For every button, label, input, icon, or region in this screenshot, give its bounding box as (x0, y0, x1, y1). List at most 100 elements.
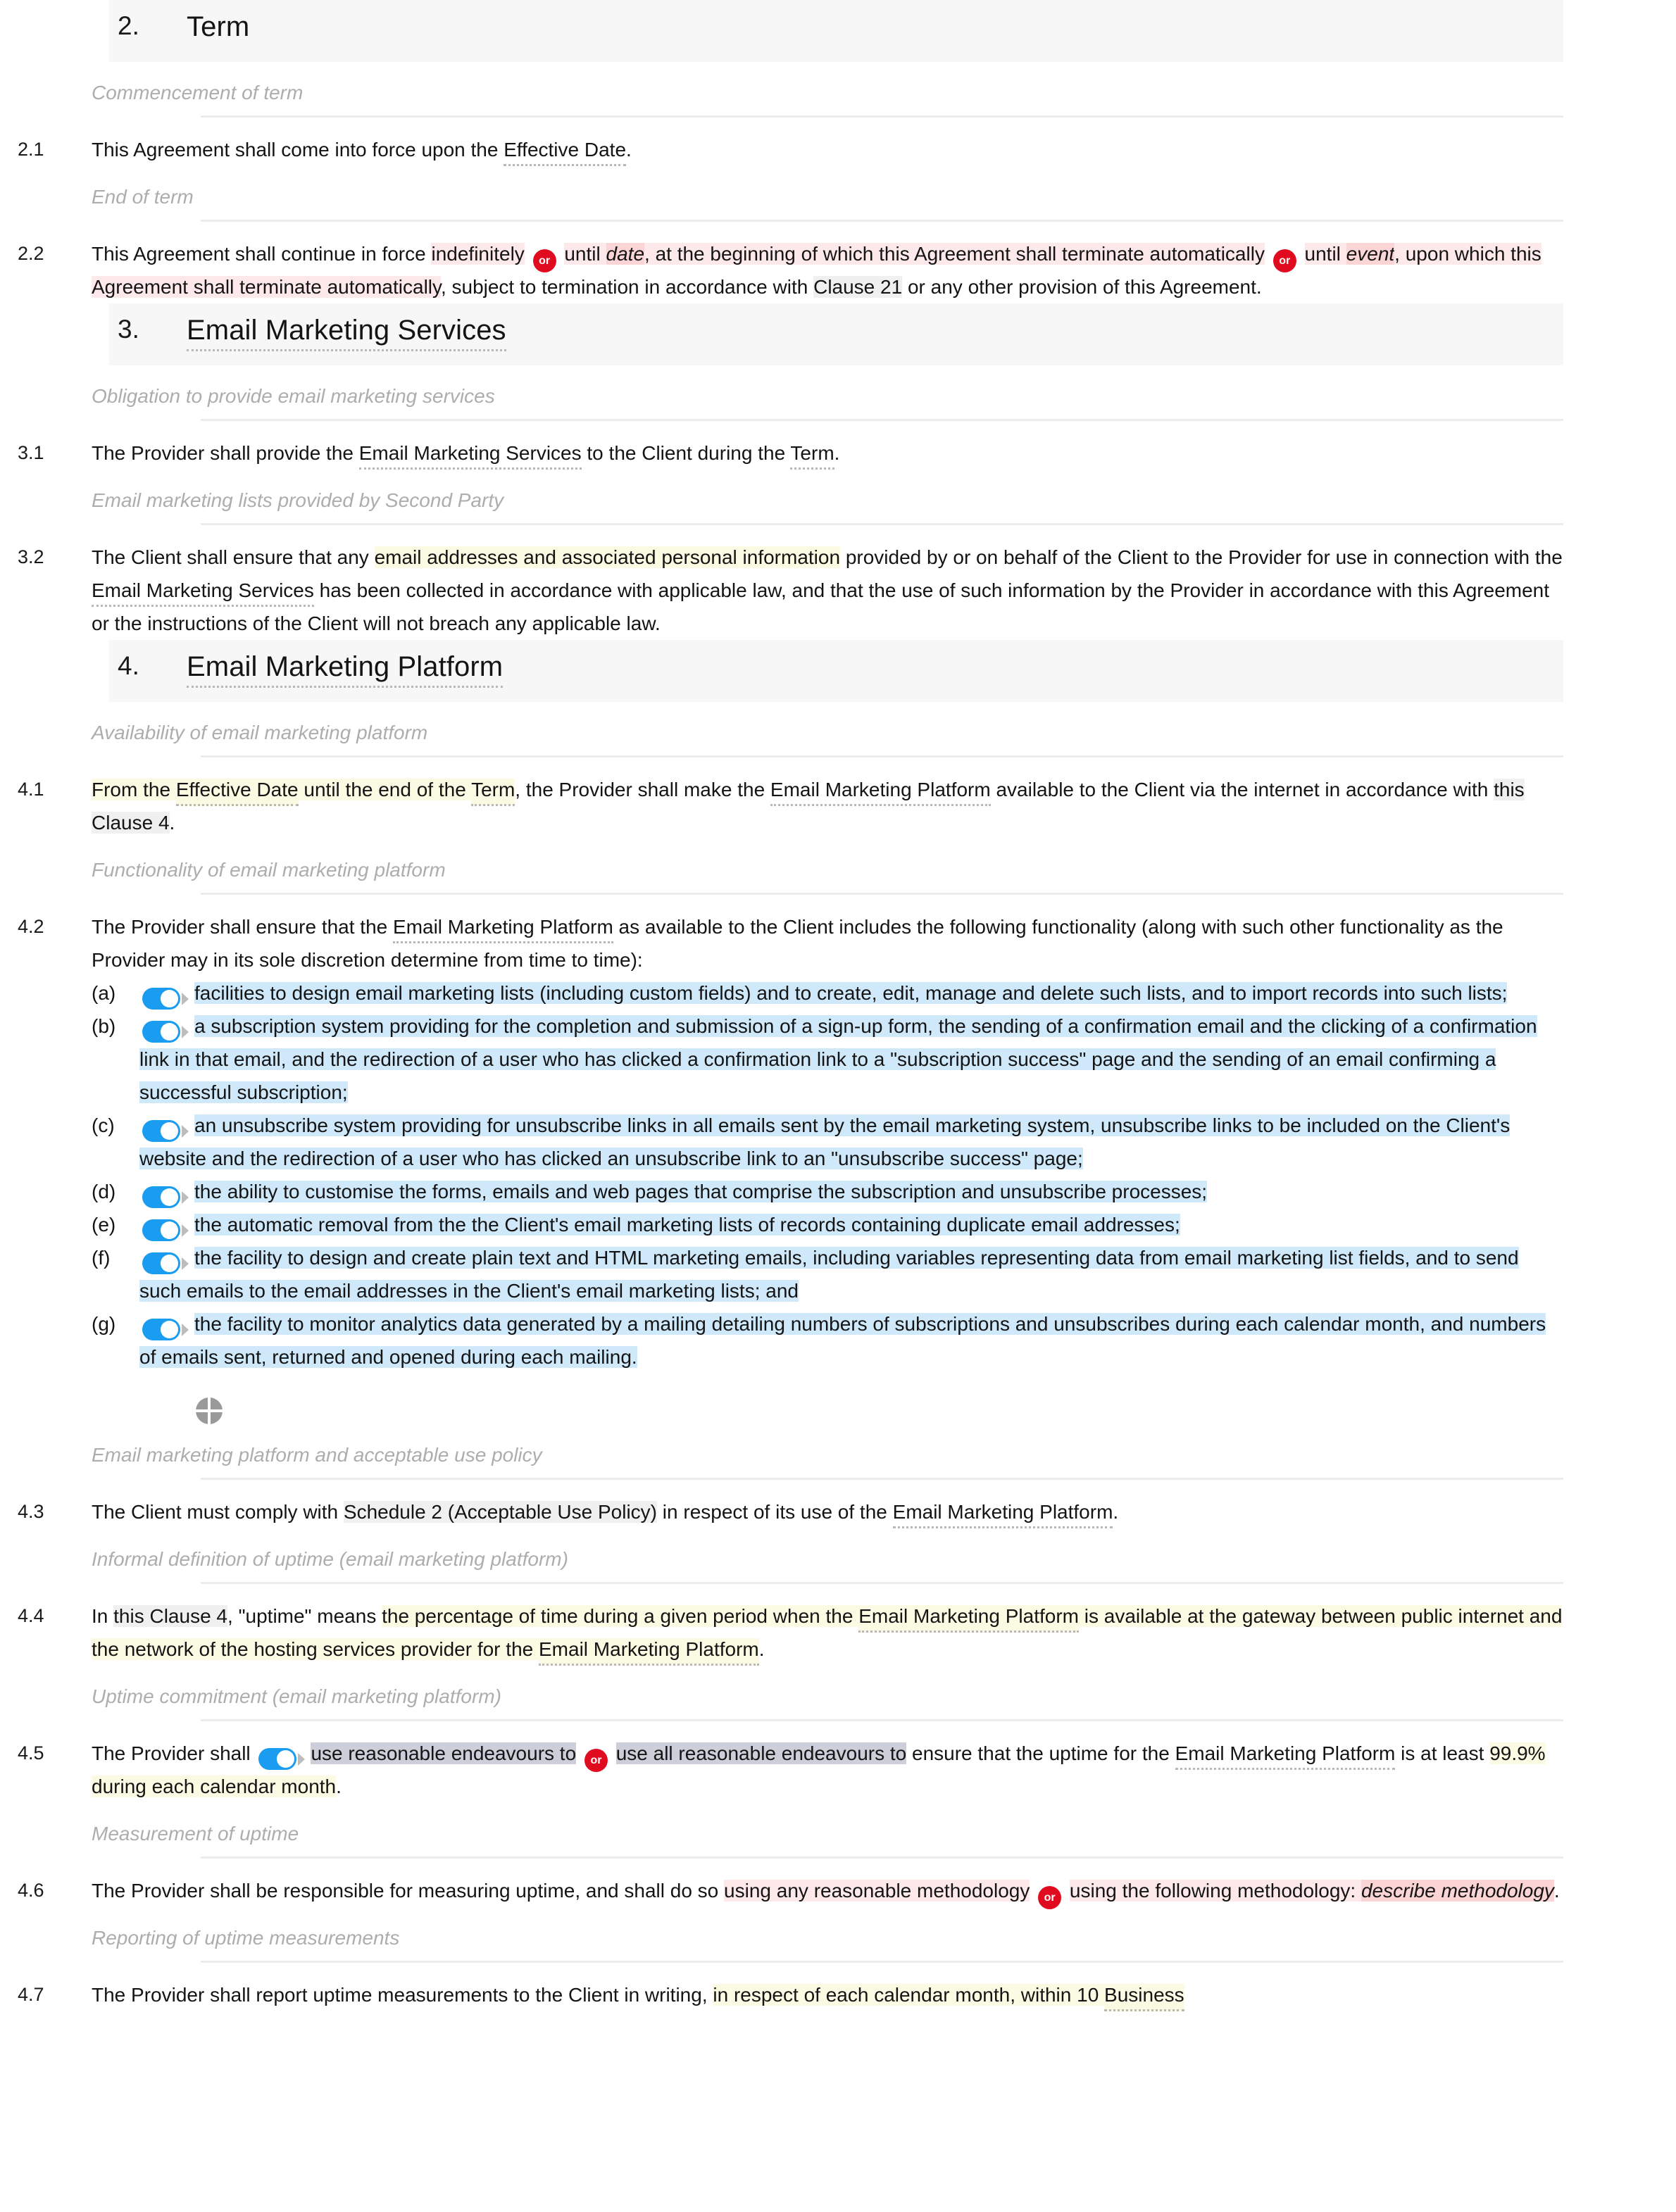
clause-row: 4.7 The Provider shall report uptime meas… (0, 1978, 1676, 2011)
chevron-right-icon (182, 1323, 189, 1336)
sublist-text: the ability to customise the forms, emai… (194, 1181, 1208, 1202)
toggle-knob (161, 990, 178, 1008)
clause-divider (201, 1582, 1563, 1584)
sublist-text: a subscription system providing for the … (139, 1015, 1537, 1103)
section-heading-band: 4. Email Marketing Platform (109, 640, 1563, 702)
clause-number: 2.1 (18, 139, 44, 160)
defined-term: Email Marketing Platform (393, 916, 613, 943)
toggle-track[interactable] (142, 1252, 180, 1275)
clause-body[interactable]: The Provider shall be responsible for me… (92, 1874, 1563, 1909)
highlight-pink-option: using any reasonable methodology (724, 1880, 1030, 1902)
gutter-spacer (0, 857, 92, 883)
clause-group-heading-text: Commencement of term (92, 82, 304, 103)
functionality-toggle[interactable] (142, 1014, 189, 1047)
functionality-toggle[interactable] (142, 1212, 189, 1245)
clause-row: 3.1 The Provider shall provide the Email … (0, 436, 1676, 470)
clause-body[interactable]: The Provider shall report uptime measure… (92, 1978, 1563, 2011)
toggle-track[interactable] (142, 1186, 180, 1209)
contract-document: 2. Term Commencement of term 2.1 This Agreem… (0, 0, 1676, 2011)
functionality-toggle[interactable] (258, 1741, 306, 1774)
sublist-label: (e) (92, 1214, 116, 1236)
or-alternative-badge[interactable]: or (1038, 1886, 1062, 1909)
clause-number: 3.1 (18, 442, 44, 463)
clause-row: 4.1 From the Effective Date until the end… (0, 773, 1676, 839)
clause-text: , subject to termination in accordance w… (440, 276, 814, 298)
clause-group-heading: Reporting of uptime measurements (0, 1925, 1676, 1951)
sublist-body: the facility to design and create plain … (139, 1241, 1563, 1307)
toggle-track[interactable] (142, 1219, 180, 1242)
section-number: 2. (118, 11, 139, 40)
clause-group-heading-text: Measurement of uptime (92, 1823, 299, 1845)
clause-body[interactable]: The Client must comply with Schedule 2 (… (92, 1495, 1563, 1528)
toggle-track[interactable] (142, 1319, 180, 1341)
chevron-right-icon (182, 1025, 189, 1038)
clause-body[interactable]: This Agreement shall come into force upo… (92, 133, 1563, 166)
clause-body[interactable]: This Agreement shall continue in force i… (92, 237, 1563, 303)
chevron-right-icon (182, 1224, 189, 1237)
sublist-body: the ability to customise the forms, emai… (139, 1175, 1563, 1209)
toggle-knob (161, 1122, 178, 1140)
clause-group-heading-text: Obligation to provide email marketing se… (92, 385, 495, 407)
defined-term-highlighted: Email Marketing Platform (858, 1605, 1079, 1633)
placeholder-variable: event (1346, 243, 1395, 265)
highlight-pink-option: until (564, 243, 606, 265)
functionality-toggle[interactable] (142, 1312, 189, 1345)
clause-text: ensure that the uptime for the (906, 1742, 1175, 1764)
toggle-track[interactable] (142, 988, 180, 1010)
clause-row: 4.2 The Provider shall ensure that the Em… (0, 910, 1676, 1374)
sublist-body: the facility to monitor analytics data g… (139, 1307, 1563, 1374)
clause-text (525, 243, 530, 265)
clause-group-heading-text: Uptime commitment (email marketing platf… (92, 1685, 501, 1707)
clause-body[interactable]: The Provider shall use reasonable endeav… (92, 1737, 1563, 1803)
highlight-pink-option: until (1304, 243, 1346, 265)
clause-divider (201, 1961, 1563, 1963)
section-title: Term (187, 10, 249, 44)
clause-body[interactable]: The Client shall ensure that any email a… (92, 541, 1563, 640)
cross-reference: this Clause 4 (113, 1605, 228, 1627)
highlight-yellow: until the end of the (298, 779, 472, 800)
toggle-track[interactable] (258, 1748, 297, 1771)
clause-text: . (834, 442, 840, 464)
toggle-knob (161, 1023, 178, 1041)
clause-text: is at least (1395, 1742, 1490, 1764)
clause-number: 4.5 (18, 1742, 44, 1764)
clause-text: . (626, 139, 632, 161)
clause-text: The Provider shall ensure that the (92, 916, 394, 938)
functionality-toggle[interactable] (142, 1245, 189, 1278)
functionality-toggle[interactable] (142, 981, 189, 1014)
clause-divider (201, 115, 1563, 118)
highlight-pink-option: , at the beginning of which this Agreeme… (644, 243, 1265, 265)
list-item: (e) the automatic removal from the the Cl… (92, 1208, 1563, 1242)
clause-group-heading-text: End of term (92, 186, 194, 208)
clause-number: 2.2 (18, 243, 44, 264)
functionality-toggle[interactable] (142, 1179, 189, 1212)
functionality-toggle[interactable] (142, 1113, 189, 1146)
sublist-label: (d) (92, 1181, 116, 1202)
toggle-track[interactable] (142, 1021, 180, 1043)
clause-text: available to the Client via the internet… (990, 779, 1494, 800)
placeholder-variable: describe methodology (1361, 1880, 1554, 1902)
highlight-yellow: email addresses and associated personal … (374, 546, 841, 568)
clause-body[interactable]: The Provider shall provide the Email Mar… (92, 436, 1563, 470)
clause-group-heading: Email marketing platform and acceptable … (0, 1443, 1676, 1468)
clause-text (1064, 1880, 1070, 1902)
gutter-spacer (0, 384, 92, 409)
sublist-text: the facility to design and create plain … (139, 1247, 1519, 1302)
or-alternative-badge[interactable]: or (584, 1749, 608, 1772)
clause-group-heading: Functionality of email marketing platfor… (0, 857, 1676, 883)
quadrant-circle-icon[interactable] (196, 1397, 223, 1424)
section-title: Email Marketing Services (187, 313, 506, 351)
section-title-text: Email Marketing Platform (187, 651, 504, 688)
clause-body[interactable]: The Provider shall ensure that the Email… (92, 910, 1563, 1374)
clause-group-heading-text: Functionality of email marketing platfor… (92, 859, 446, 881)
section-heading-band: 3. Email Marketing Services (109, 303, 1563, 365)
clause-text (1299, 243, 1305, 265)
or-alternative-badge[interactable]: or (532, 249, 556, 272)
clause-body[interactable]: From the Effective Date until the end of… (92, 773, 1563, 839)
sublist-label: (g) (92, 1313, 116, 1335)
clause-body[interactable]: In this Clause 4, "uptime" means the per… (92, 1600, 1563, 1666)
clause-text: , "uptime" means (227, 1605, 382, 1627)
toggle-track[interactable] (142, 1120, 180, 1143)
clause-text: In (92, 1605, 114, 1627)
or-alternative-badge[interactable]: or (1272, 249, 1296, 272)
